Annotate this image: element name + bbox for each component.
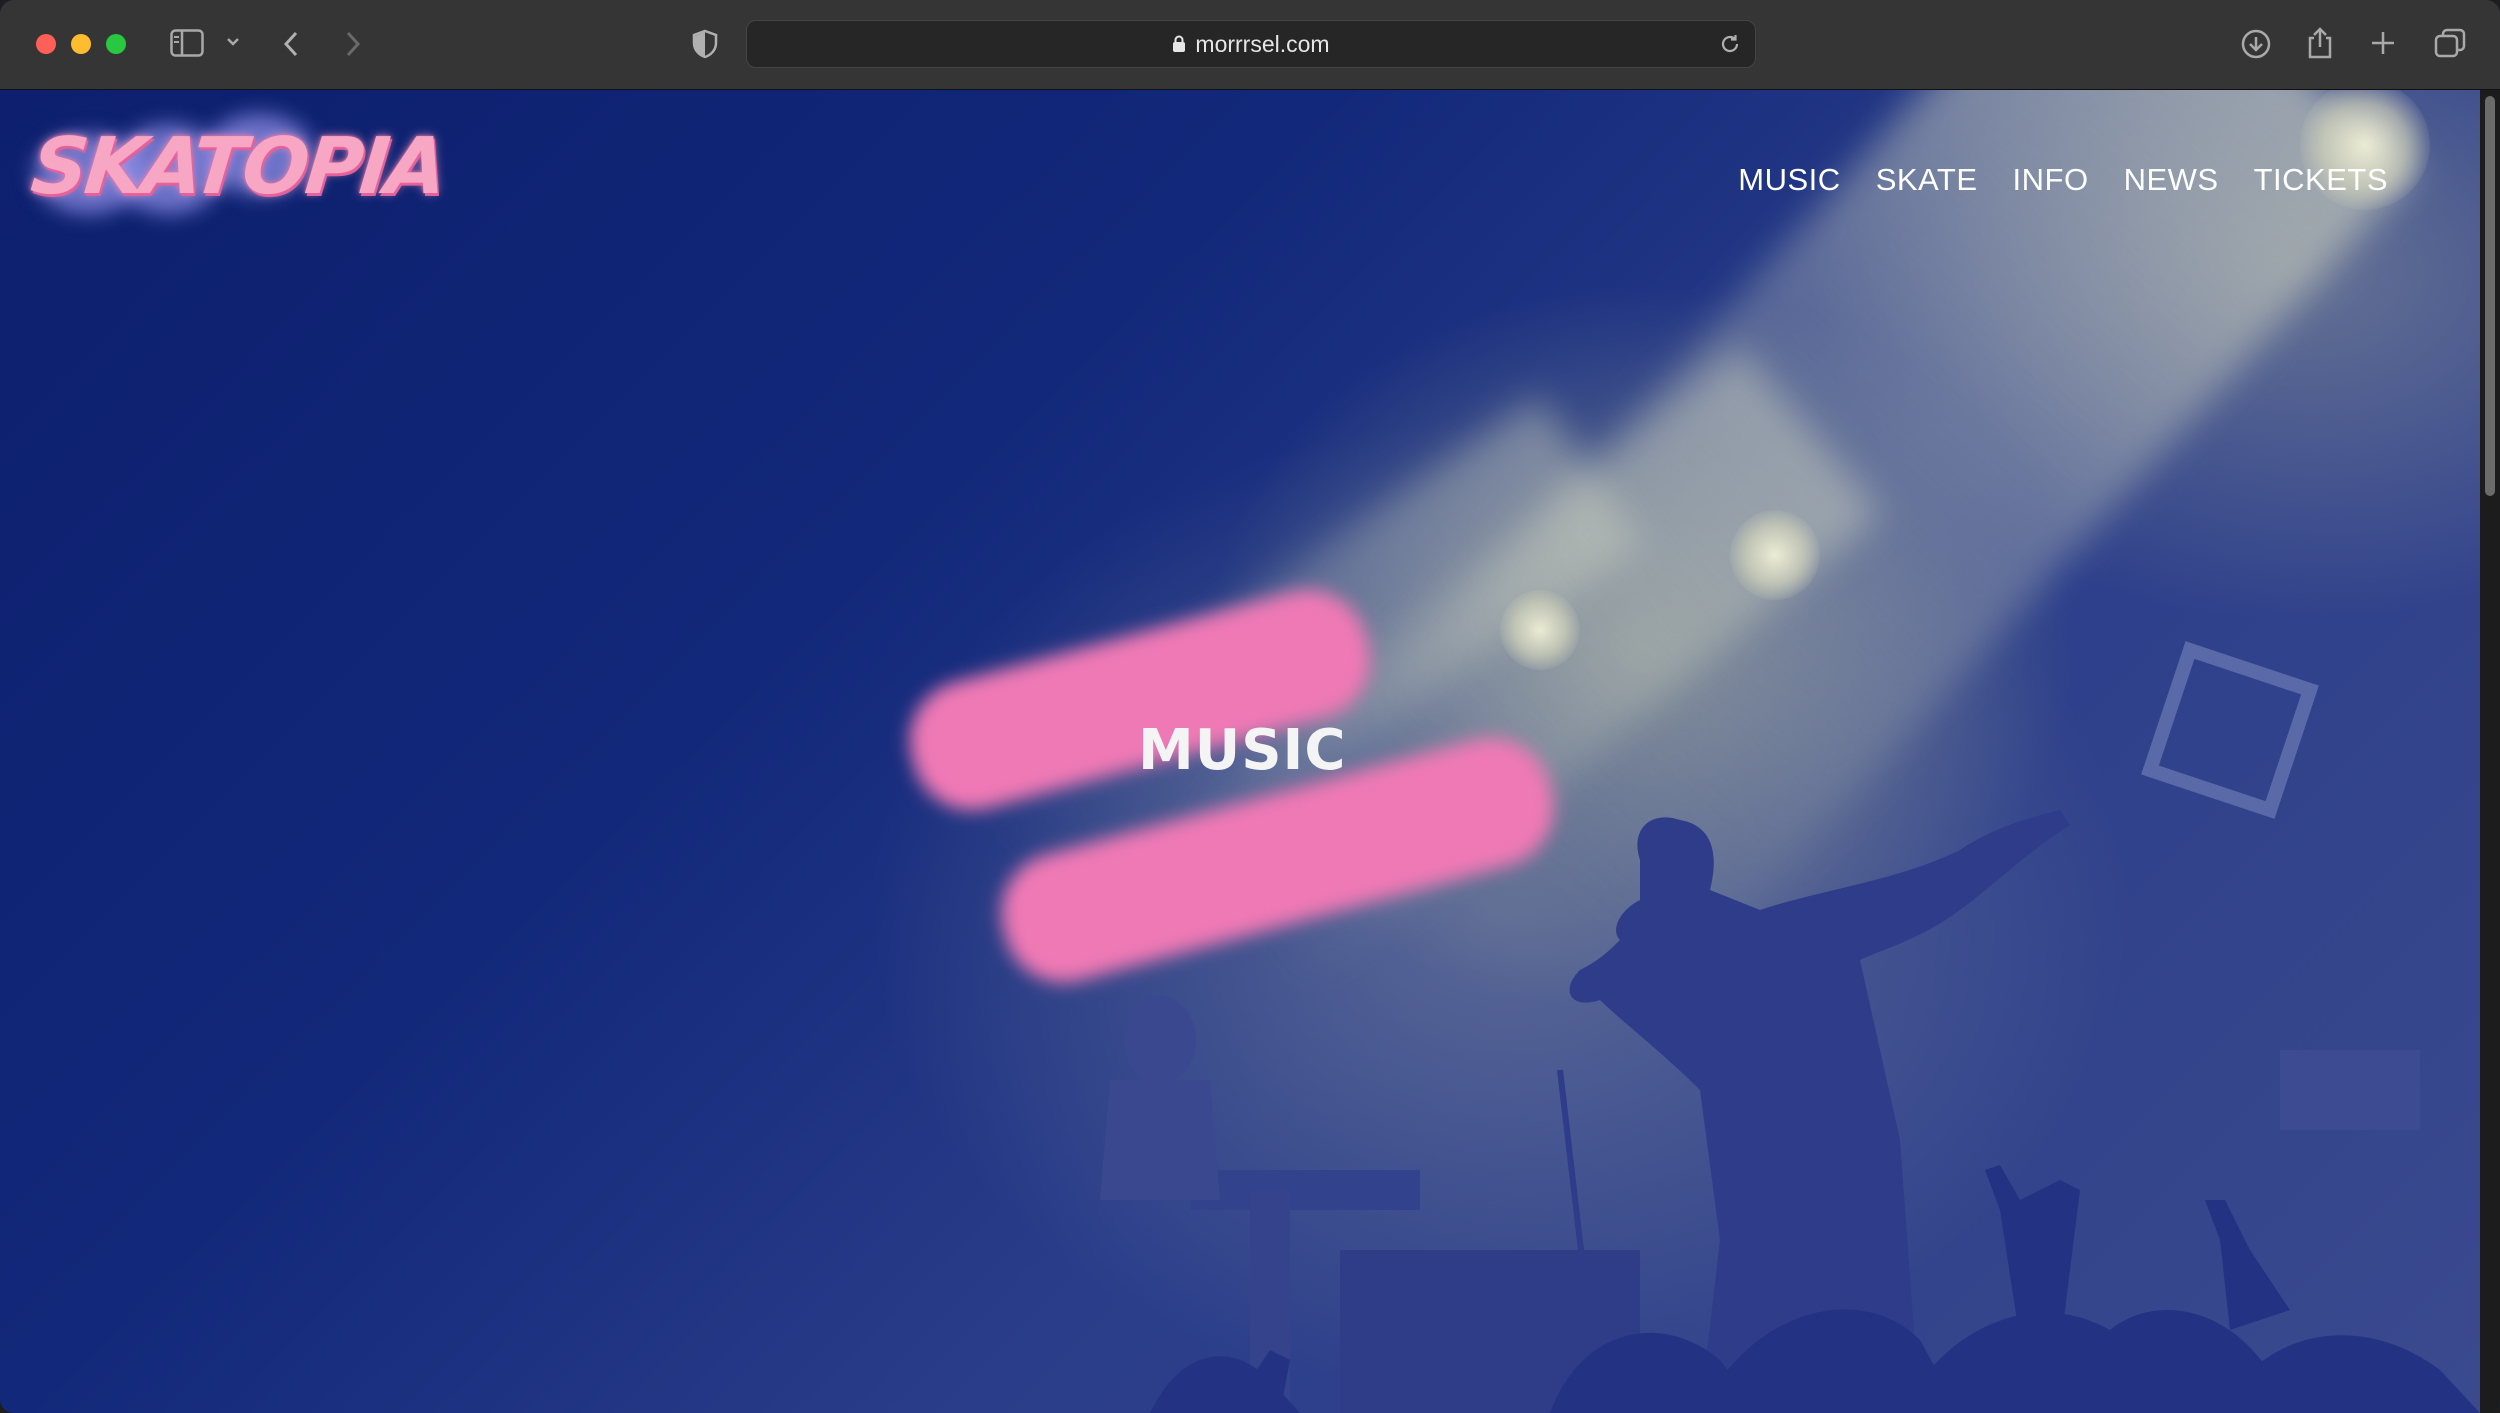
main-nav: MUSIC SKATE INFO NEWS TICKETS (1738, 162, 2388, 198)
nav-item-skate[interactable]: SKATE (1876, 162, 1978, 198)
reload-icon[interactable] (1719, 33, 1741, 55)
chevron-right-icon[interactable] (344, 30, 362, 58)
share-icon[interactable] (2306, 26, 2334, 60)
browser-toolbar: morrrsel.com (0, 0, 2500, 90)
logo-text: SKATOPIA (27, 122, 449, 212)
lock-icon (1173, 35, 1186, 52)
hero-title: MUSIC (1138, 718, 1347, 783)
site-logo[interactable]: SKATOPIA (24, 104, 448, 234)
shield-icon[interactable] (692, 29, 718, 59)
browser-window: morrrsel.com SKATOPIA MUSIC SKATE INFO N… (0, 0, 2500, 1413)
chevron-left-icon[interactable] (282, 30, 300, 58)
page-viewport: SKATOPIA MUSIC SKATE INFO NEWS TICKETS M… (0, 90, 2480, 1413)
nav-item-info[interactable]: INFO (2013, 162, 2089, 198)
minimize-window-button[interactable] (71, 34, 91, 54)
sidebar-icon[interactable] (170, 29, 204, 57)
address-bar[interactable]: morrrsel.com (746, 20, 1756, 68)
nav-item-news[interactable]: NEWS (2124, 162, 2219, 198)
zoom-window-button[interactable] (106, 34, 126, 54)
tabs-icon[interactable] (2434, 28, 2466, 58)
page-scrollbar[interactable] (2480, 90, 2500, 1413)
scrollbar-thumb[interactable] (2485, 96, 2495, 496)
download-icon[interactable] (2240, 28, 2272, 60)
plus-icon[interactable] (2370, 30, 2396, 56)
close-window-button[interactable] (36, 34, 56, 54)
url-text: morrrsel.com (1195, 30, 1330, 57)
chevron-down-icon[interactable] (226, 37, 240, 47)
nav-item-tickets[interactable]: TICKETS (2254, 162, 2388, 198)
nav-item-music[interactable]: MUSIC (1738, 162, 1840, 198)
